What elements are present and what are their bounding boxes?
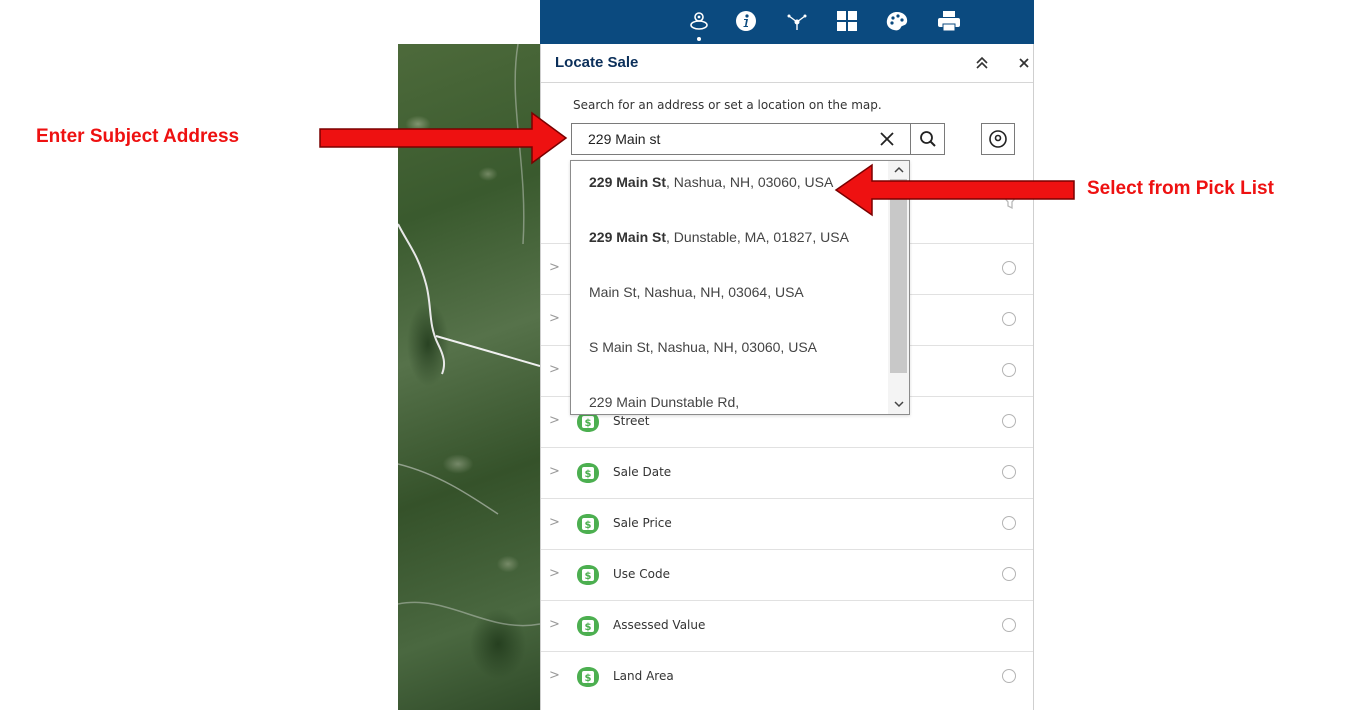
radio-button[interactable]	[1002, 669, 1016, 683]
annotation-select-pick-list: Select from Pick List	[1087, 178, 1274, 199]
sale-field-row[interactable]: > $ Assessed Value	[541, 600, 1033, 651]
chevron-right-icon[interactable]: >	[549, 567, 560, 581]
svg-text:$: $	[585, 571, 592, 582]
suggestion-item[interactable]: S Main St, Nashua, NH, 03060, USA	[589, 337, 879, 358]
row-label: Use Code	[613, 567, 670, 581]
row-label: Sale Price	[613, 516, 672, 530]
row-label: Assessed Value	[613, 618, 706, 632]
chevron-right-icon[interactable]: >	[549, 414, 560, 428]
svg-text:$: $	[585, 418, 592, 429]
row-label: Street	[613, 414, 650, 428]
chevron-right-icon[interactable]: >	[549, 669, 560, 683]
search-box	[571, 123, 911, 155]
svg-text:$: $	[585, 469, 592, 480]
radio-button[interactable]	[1002, 261, 1016, 275]
sale-field-row[interactable]: > $ Sale Price	[541, 498, 1033, 549]
search-icon	[919, 131, 936, 147]
print-icon[interactable]	[935, 8, 963, 34]
row-label: Sale Date	[613, 465, 672, 479]
radio-button[interactable]	[1002, 312, 1016, 326]
suggestion-item[interactable]: 229 Main Dunstable Rd,	[589, 392, 879, 413]
svg-text:$: $	[585, 520, 592, 531]
layers-icon[interactable]	[685, 8, 713, 34]
radio-button[interactable]	[1002, 567, 1016, 581]
radio-button[interactable]	[1002, 465, 1016, 479]
right-arrow-icon	[319, 111, 568, 165]
active-tool-indicator	[697, 37, 701, 41]
info-icon[interactable]	[732, 8, 760, 34]
clear-icon[interactable]	[878, 130, 896, 148]
dollar-badge-icon: $	[577, 616, 599, 636]
search-button[interactable]	[911, 123, 945, 155]
scroll-down-icon[interactable]	[891, 397, 906, 411]
left-arrow-icon	[834, 163, 1075, 217]
chevron-right-icon[interactable]: >	[549, 261, 560, 275]
grid-icon[interactable]	[833, 8, 861, 34]
widget-toolbar	[540, 0, 1034, 44]
chevron-right-icon[interactable]: >	[549, 363, 560, 377]
suggestion-item[interactable]: Main St, Nashua, NH, 03064, USA	[589, 282, 879, 303]
suggestion-item[interactable]: 229 Main St, Dunstable, MA, 01827, USA	[589, 227, 879, 248]
screenshot-root: Locate Sale Search for an address or set…	[0, 0, 1354, 710]
radio-button[interactable]	[1002, 618, 1016, 632]
close-icon[interactable]	[1015, 54, 1033, 72]
chevron-right-icon[interactable]: >	[549, 465, 560, 479]
row-label: Land Area	[613, 669, 674, 683]
network-icon[interactable]	[783, 8, 811, 34]
radio-button[interactable]	[1002, 516, 1016, 530]
svg-text:$: $	[585, 622, 592, 633]
sale-field-row[interactable]: > $ Use Code	[541, 549, 1033, 600]
double-chevron-up-icon[interactable]	[973, 54, 991, 72]
annotation-enter-address: Enter Subject Address	[36, 126, 240, 147]
radio-button[interactable]	[1002, 414, 1016, 428]
panel-title: Locate Sale	[555, 54, 639, 71]
set-location-button[interactable]	[981, 123, 1015, 155]
svg-text:$: $	[585, 673, 592, 684]
chevron-right-icon[interactable]: >	[549, 312, 560, 326]
dollar-badge-icon: $	[577, 463, 599, 483]
search-instruction: Search for an address or set a location …	[573, 98, 882, 112]
sale-field-row[interactable]: > $ Land Area	[541, 651, 1033, 702]
chevron-right-icon[interactable]: >	[549, 516, 560, 530]
panel-header: Locate Sale	[541, 44, 1033, 83]
dollar-badge-icon: $	[577, 667, 599, 687]
radio-button[interactable]	[1002, 363, 1016, 377]
palette-icon[interactable]	[883, 8, 911, 34]
dollar-badge-icon: $	[577, 514, 599, 534]
search-input[interactable]	[572, 124, 872, 154]
dollar-badge-icon: $	[577, 565, 599, 585]
chevron-right-icon[interactable]: >	[549, 618, 560, 632]
sale-field-row[interactable]: > $ Sale Date	[541, 447, 1033, 498]
map-pin-icon	[989, 130, 1007, 148]
